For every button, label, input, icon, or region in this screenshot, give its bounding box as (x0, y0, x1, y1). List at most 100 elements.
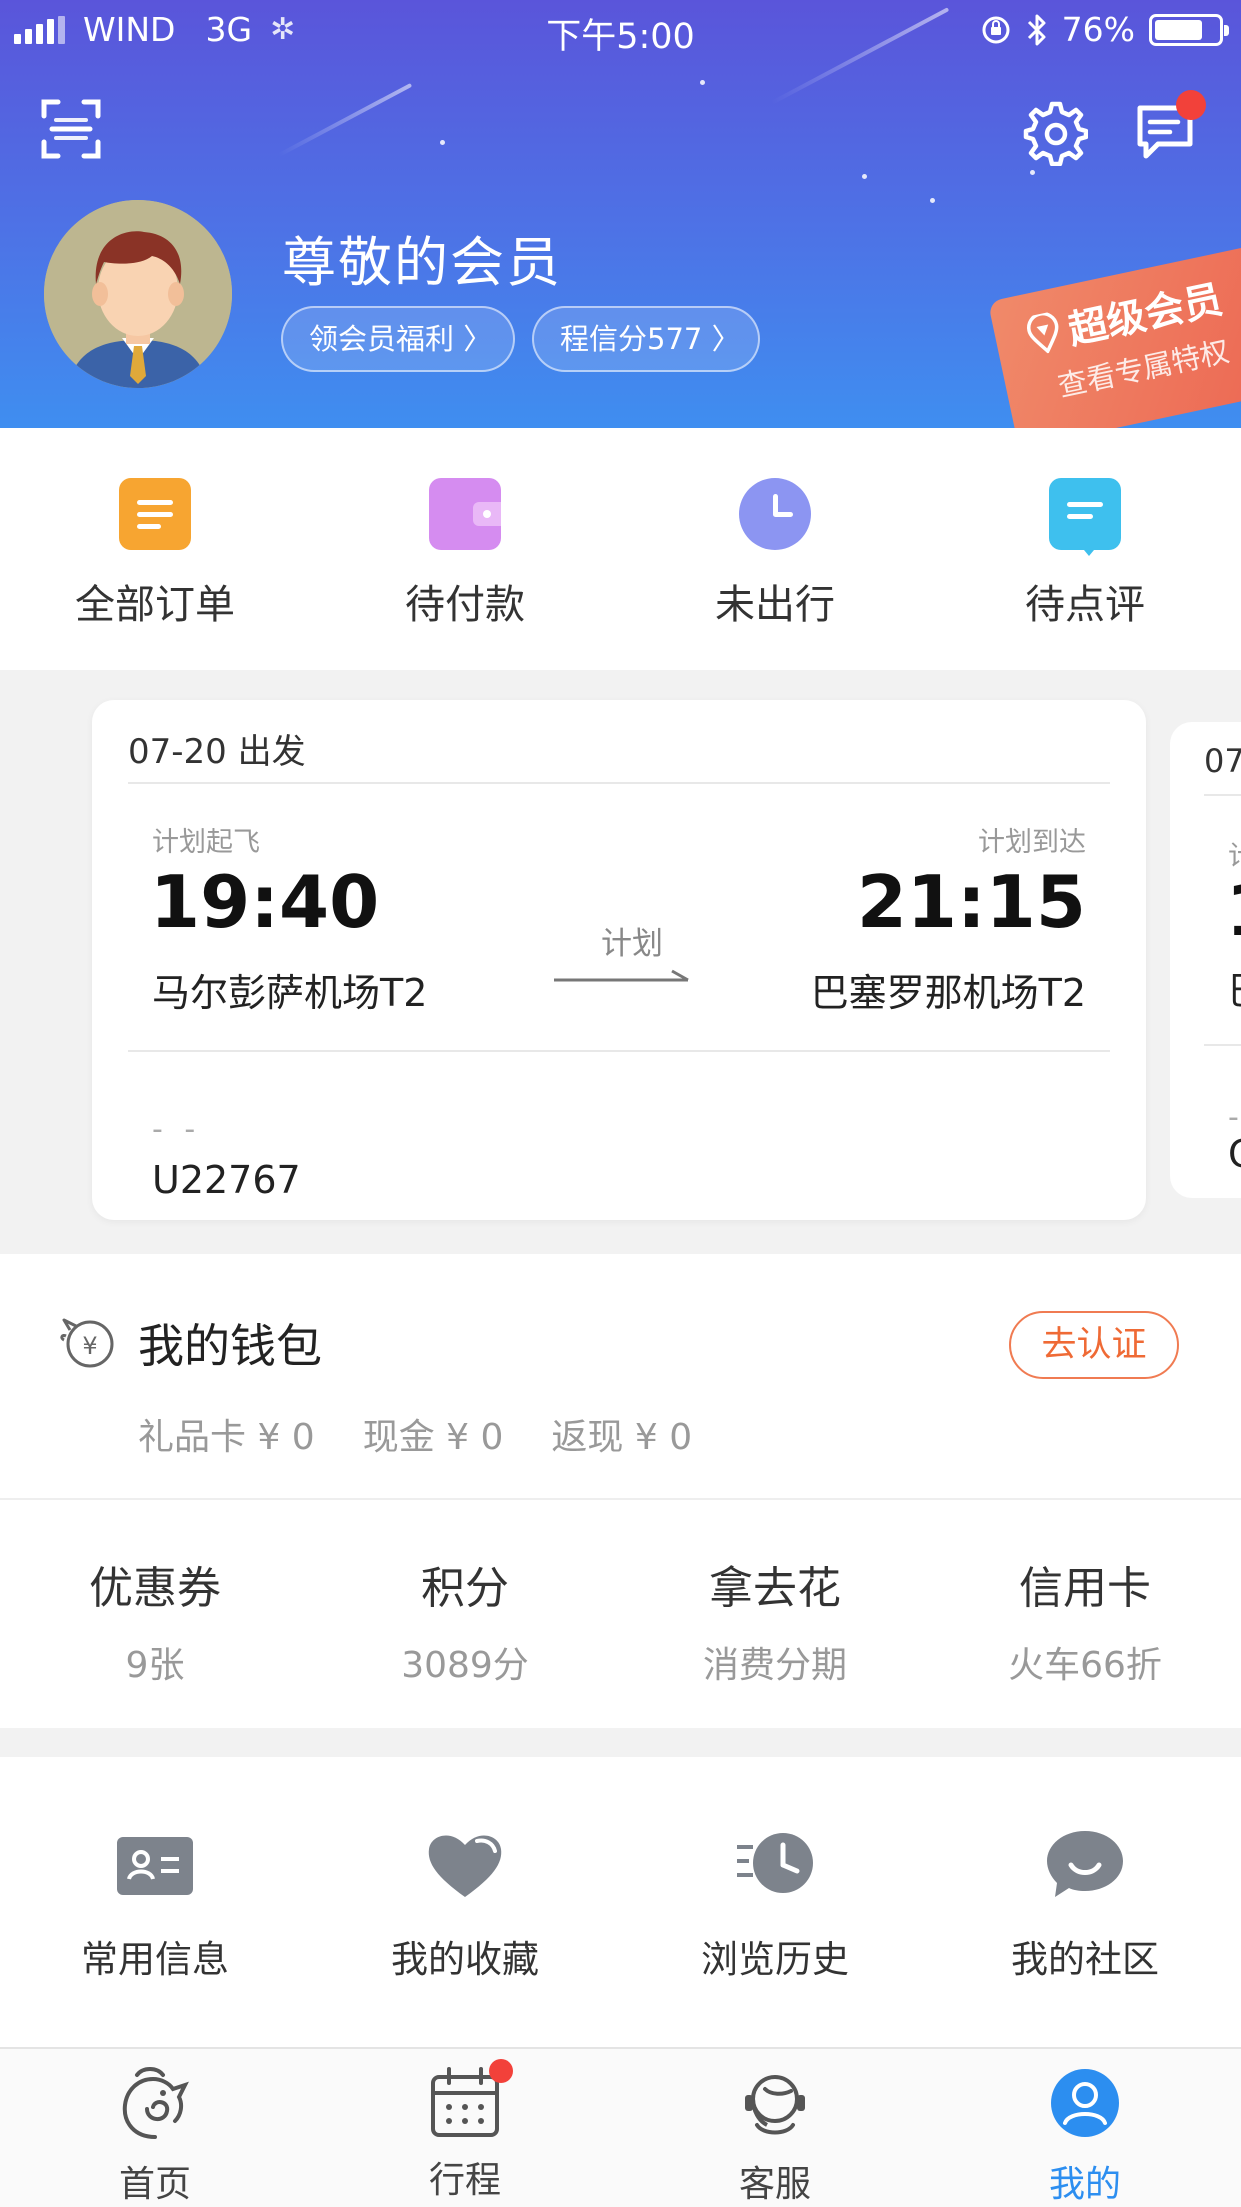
trip-date: 07 (1204, 742, 1241, 780)
divider (0, 1498, 1241, 1500)
user-icon (1051, 2069, 1119, 2137)
arrive-time: 21:15 (856, 860, 1086, 944)
tab-label: 首页 (118, 2164, 191, 2205)
pending-review-button[interactable]: 待点评 (930, 478, 1240, 630)
depart-label: 计 (1228, 834, 1241, 873)
seat-placeholder: - - (152, 1112, 202, 1147)
tab-home[interactable]: 首页 (0, 2065, 310, 2207)
coupons-button[interactable]: 优惠券 9张 (0, 1552, 310, 1688)
depart-label: 计划起飞 (152, 827, 260, 858)
tools-section: 常用信息 我的收藏 浏览历史 我的社区 (0, 1757, 1241, 2047)
trip-carousel[interactable]: 07-20 出发 计划起飞 计划到达 19:40 21:15 计划 马尔彭萨机场… (0, 670, 1241, 1254)
pending-payment-button[interactable]: 待付款 (310, 478, 620, 630)
flight-number: U22767 (152, 1158, 301, 1202)
upcoming-trips-button[interactable]: 未出行 (620, 478, 930, 630)
tool-label: 我的收藏 (391, 1938, 539, 1981)
orientation-lock-icon (982, 16, 1010, 43)
community-icon (1047, 1831, 1123, 1897)
credit-score-link[interactable]: 程信分577 〉 (532, 306, 760, 372)
favorites-button[interactable]: 我的收藏 (310, 1827, 620, 1983)
divider (1204, 1044, 1241, 1046)
asset-value: 9张 (125, 1645, 185, 1686)
asset-value: 消费分期 (702, 1645, 847, 1686)
tab-label: 我的 (1048, 2164, 1121, 2205)
tool-label: 我的社区 (1011, 1938, 1159, 1981)
asset-title: 信用卡 (1019, 1563, 1151, 1614)
trip-card[interactable]: 07-20 出发 计划起飞 计划到达 19:40 21:15 计划 马尔彭萨机场… (92, 700, 1146, 1220)
arrive-airport: 巴塞罗那机场T2 (810, 971, 1086, 1015)
depart-time: 19:40 (150, 860, 380, 944)
profile-header: WIND 3G ✲ 下午5:00 76% 尊敬的会员 领会员福利 〉 程信分57… (0, 0, 1241, 428)
tab-itinerary[interactable]: 行程 (310, 2059, 620, 2203)
wallet-title: 我的钱包 (138, 1319, 322, 1373)
star-decoration (862, 174, 867, 179)
battery-icon (1149, 13, 1229, 46)
id-card-icon (117, 1837, 193, 1895)
messages-button[interactable] (1134, 90, 1206, 166)
user-name: 尊敬的会员 (282, 231, 562, 294)
avatar-illustration (44, 200, 232, 388)
bluetooth-icon (1027, 14, 1046, 45)
verify-button[interactable]: 去认证 (1009, 1311, 1179, 1379)
flight-status: 计划 (601, 926, 663, 962)
diamond-pin-icon (1027, 312, 1059, 355)
order-label: 待付款 (405, 582, 525, 628)
asset-title: 积分 (421, 1563, 509, 1614)
arrive-label: 计划到达 (978, 827, 1086, 858)
arrow-right-icon (554, 969, 689, 982)
installment-button[interactable]: 拿去花 消费分期 (620, 1552, 930, 1688)
depart-airport: 马尔彭萨机场T2 (152, 971, 428, 1015)
star-decoration (1030, 170, 1035, 175)
home-dolphin-icon (122, 2067, 189, 2139)
points-button[interactable]: 积分 3089分 (310, 1552, 620, 1688)
order-shortcuts: 全部订单 待付款 未出行 待点评 (0, 428, 1241, 670)
cash-balance[interactable]: 现金 ¥ 0 (363, 1408, 504, 1460)
tab-label: 行程 (428, 2160, 501, 2201)
tool-label: 浏览历史 (701, 1938, 849, 1981)
order-label: 未出行 (715, 582, 835, 628)
clock-icon (739, 478, 811, 550)
tab-label: 客服 (738, 2164, 811, 2205)
tab-customer-service[interactable]: 客服 (620, 2065, 930, 2207)
wallet-section: ¥ 我的钱包 去认证 礼品卡 ¥ 0 现金 ¥ 0 返现 ¥ 0 优惠券 9张 … (0, 1254, 1241, 1728)
tab-bar: 首页 行程 客服 我的 (0, 2047, 1241, 2207)
seat-placeholder: - (1228, 1100, 1239, 1135)
battery-percent: 76% (1061, 10, 1135, 49)
star-decoration (440, 140, 445, 145)
common-info-button[interactable]: 常用信息 (0, 1827, 310, 1983)
unread-badge (1176, 90, 1206, 120)
tab-my[interactable]: 我的 (930, 2065, 1240, 2207)
flight-number: C (1228, 1132, 1241, 1176)
status-bar: WIND 3G ✲ 下午5:00 76% (0, 0, 1241, 57)
tool-label: 常用信息 (81, 1938, 229, 1981)
wallet-balances: 礼品卡 ¥ 0 现金 ¥ 0 返现 ¥ 0 (138, 1408, 692, 1460)
trip-date: 07-20 出发 (128, 732, 306, 772)
divider (128, 782, 1110, 784)
all-orders-button[interactable]: 全部订单 (0, 478, 310, 630)
itinerary-badge (489, 2059, 513, 2083)
cashback-balance[interactable]: 返现 ¥ 0 (551, 1408, 692, 1460)
meteor-decoration (277, 83, 413, 157)
asset-value: 火车66折 (1008, 1645, 1162, 1686)
member-benefit-link[interactable]: 领会员福利 〉 (281, 306, 515, 372)
piggy-coin-icon: ¥ (60, 1318, 114, 1368)
settings-icon[interactable] (1020, 98, 1088, 166)
order-label: 待点评 (1025, 582, 1145, 628)
gift-card-balance[interactable]: 礼品卡 ¥ 0 (138, 1408, 315, 1460)
customer-service-icon (745, 2075, 805, 2135)
depart-airport: 巴 (1228, 960, 1241, 1015)
all-orders-icon (119, 478, 191, 550)
avatar[interactable] (44, 200, 232, 388)
asset-value: 3089分 (401, 1645, 529, 1686)
svg-text:¥: ¥ (82, 1332, 97, 1360)
star-decoration (930, 198, 935, 203)
wallet-icon (429, 478, 501, 550)
community-button[interactable]: 我的社区 (930, 1827, 1240, 1983)
depart-time: 1 (1226, 870, 1241, 952)
credit-card-button[interactable]: 信用卡 火车66折 (930, 1552, 1240, 1688)
history-button[interactable]: 浏览历史 (620, 1827, 930, 1983)
trip-card-next[interactable]: 07 计 1 巴 - C (1170, 722, 1241, 1198)
history-icon (737, 1833, 813, 1893)
scan-icon[interactable] (40, 98, 102, 160)
divider (128, 1050, 1110, 1052)
